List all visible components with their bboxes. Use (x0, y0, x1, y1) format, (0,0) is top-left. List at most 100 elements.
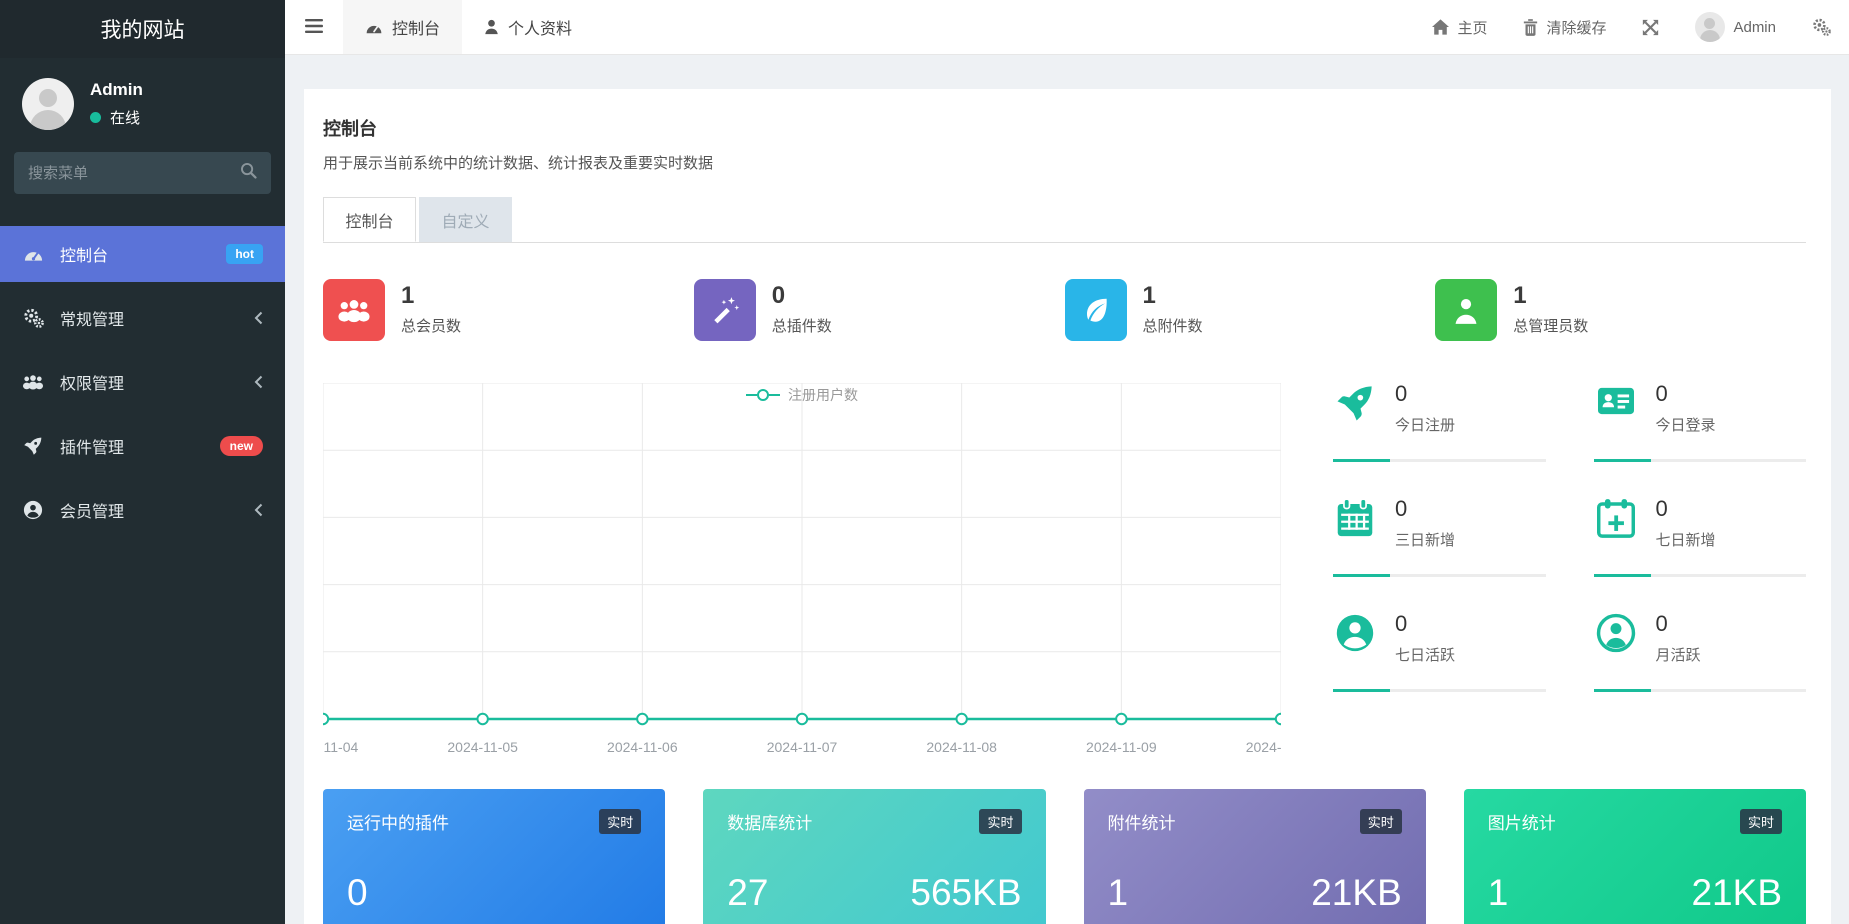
progress-bar (1594, 574, 1807, 577)
stat-total-attachments: 1 总附件数 (1065, 279, 1436, 341)
user-status: 在线 (90, 107, 143, 128)
site-title: 我的网站 (0, 0, 285, 58)
search-input[interactable] (28, 165, 240, 182)
panel-tabs: 控制台 自定义 (323, 197, 1806, 243)
x-tick-label: 2024-11-08 (926, 739, 997, 755)
clear-cache-link[interactable]: 清除缓存 (1505, 0, 1624, 54)
home-label: 主页 (1457, 17, 1487, 38)
stat-today-registered: 0 今日注册 (1333, 383, 1546, 462)
search-icon[interactable] (240, 162, 257, 184)
sidebar-item-dashboard[interactable]: 控制台 hot (0, 226, 285, 282)
online-dot-icon (90, 112, 101, 123)
gauge-icon (365, 20, 383, 35)
sidebar-item-general[interactable]: 常规管理 (0, 290, 285, 346)
realtime-cards-row: 运行中的插件 实时 0 数据库统计 实时 (323, 789, 1806, 924)
fullscreen-button[interactable] (1624, 0, 1677, 54)
stat-label: 七日活跃 (1395, 644, 1455, 665)
top-stats-row: 1 总会员数 0 总插件数 (323, 279, 1806, 341)
stat-value: 0 (1395, 613, 1455, 635)
tab-content: 1 总会员数 0 总插件数 (323, 243, 1806, 924)
side-stats-grid: 0 今日注册 (1333, 383, 1806, 759)
user-icon (484, 19, 499, 35)
sidebar-item-addon[interactable]: 插件管理 new (0, 418, 285, 474)
settings-button[interactable] (1794, 0, 1849, 54)
line-marker-icon (746, 388, 780, 402)
stat-seven-day-active: 0 七日活跃 (1333, 613, 1546, 692)
magic-wand-icon (694, 279, 756, 341)
card-value: 0 (347, 872, 368, 914)
clear-cache-label: 清除缓存 (1546, 17, 1606, 38)
progress-bar (1333, 459, 1546, 462)
member-group-icon (323, 279, 385, 341)
main-area: 控制台 个人资料 主页 清除缓 (285, 0, 1849, 924)
topbar-tab-dashboard[interactable]: 控制台 (343, 0, 462, 54)
new-badge: new (220, 436, 263, 456)
rocket-icon (22, 436, 44, 456)
card-running-addons: 运行中的插件 实时 0 (323, 789, 665, 924)
sidebar-item-auth[interactable]: 权限管理 (0, 354, 285, 410)
realtime-badge: 实时 (979, 809, 1021, 834)
home-icon (1432, 19, 1449, 35)
stat-value: 1 (1513, 284, 1588, 308)
realtime-badge: 实时 (1360, 809, 1402, 834)
progress-bar (1333, 689, 1546, 692)
card-value-2: 21KB (1311, 872, 1402, 914)
stat-total-admins: 1 总管理员数 (1435, 279, 1806, 341)
stat-label: 总管理员数 (1513, 315, 1588, 336)
id-card-icon (1594, 383, 1638, 435)
card-value-2: 21KB (1691, 872, 1782, 914)
card-value-2: 565KB (910, 872, 1021, 914)
dashboard-panel: 控制台 用于展示当前系统中的统计数据、统计报表及重要实时数据 控制台 自定义 (304, 89, 1831, 924)
stat-value: 0 (1656, 498, 1716, 520)
user-chart-svg (323, 383, 1281, 729)
topbar-tab-label: 控制台 (392, 15, 440, 39)
card-title: 图片统计 (1488, 809, 1556, 834)
card-database-stats: 数据库统计 实时 27 565KB (703, 789, 1045, 924)
calendar-icon (1333, 498, 1377, 550)
stat-seven-day-new: 0 七日新增 (1594, 498, 1807, 577)
page-subtitle: 用于展示当前系统中的统计数据、统计报表及重要实时数据 (323, 152, 1806, 173)
stat-total-members: 1 总会员数 (323, 279, 694, 341)
stat-value: 1 (401, 284, 461, 308)
stat-value: 0 (1395, 383, 1455, 405)
topbar-tab-profile[interactable]: 个人资料 (462, 0, 594, 54)
stat-value: 0 (1395, 498, 1455, 520)
x-tick-label: 2024-11-07 (767, 739, 838, 755)
x-tick-label: 2024-11-04 (323, 739, 358, 755)
x-tick-label: 2024-11-09 (1086, 739, 1157, 755)
sidebar-toggle-button[interactable] (285, 0, 343, 54)
sidebar-item-member[interactable]: 会员管理 (0, 482, 285, 538)
sidebar-menu: 控制台 hot 常规管理 权限管理 (0, 226, 285, 546)
sidebar: 我的网站 Admin 在线 控制台 (0, 0, 285, 924)
card-attachment-stats: 附件统计 实时 1 21KB (1084, 789, 1426, 924)
stat-label: 总附件数 (1143, 315, 1203, 336)
home-link[interactable]: 主页 (1414, 0, 1505, 54)
chart-legend[interactable]: 注册用户数 (746, 385, 858, 405)
gauge-icon (22, 245, 44, 263)
user-group-icon (22, 373, 44, 391)
stat-value: 0 (1656, 613, 1701, 635)
tab-dashboard[interactable]: 控制台 (323, 197, 416, 242)
tab-custom[interactable]: 自定义 (419, 197, 512, 242)
chart-x-labels: 2024-11-042024-11-052024-11-062024-11-07… (323, 733, 1281, 759)
user-panel: Admin 在线 (0, 58, 285, 142)
card-image-stats: 图片统计 实时 1 21KB (1464, 789, 1806, 924)
user-menu[interactable]: Admin (1677, 0, 1794, 54)
sidebar-search (14, 152, 271, 194)
calendar-plus-icon (1594, 498, 1638, 550)
rocket-icon (1333, 383, 1377, 435)
stat-label: 今日登录 (1656, 414, 1716, 435)
card-title: 运行中的插件 (347, 809, 449, 834)
app: 我的网站 Admin 在线 控制台 (0, 0, 1849, 924)
progress-bar (1594, 689, 1807, 692)
stat-label: 七日新增 (1656, 529, 1716, 550)
realtime-badge: 实时 (1740, 809, 1782, 834)
x-tick-label: 2024-11-10 (1246, 739, 1281, 755)
page-title: 控制台 (323, 115, 1806, 141)
stat-today-login: 0 今日登录 (1594, 383, 1807, 462)
sidebar-item-label: 会员管理 (60, 498, 124, 522)
avatar (22, 78, 74, 130)
stat-label: 总会员数 (401, 315, 461, 336)
trash-icon (1523, 19, 1538, 36)
top-navbar: 控制台 个人资料 主页 清除缓 (285, 0, 1849, 55)
